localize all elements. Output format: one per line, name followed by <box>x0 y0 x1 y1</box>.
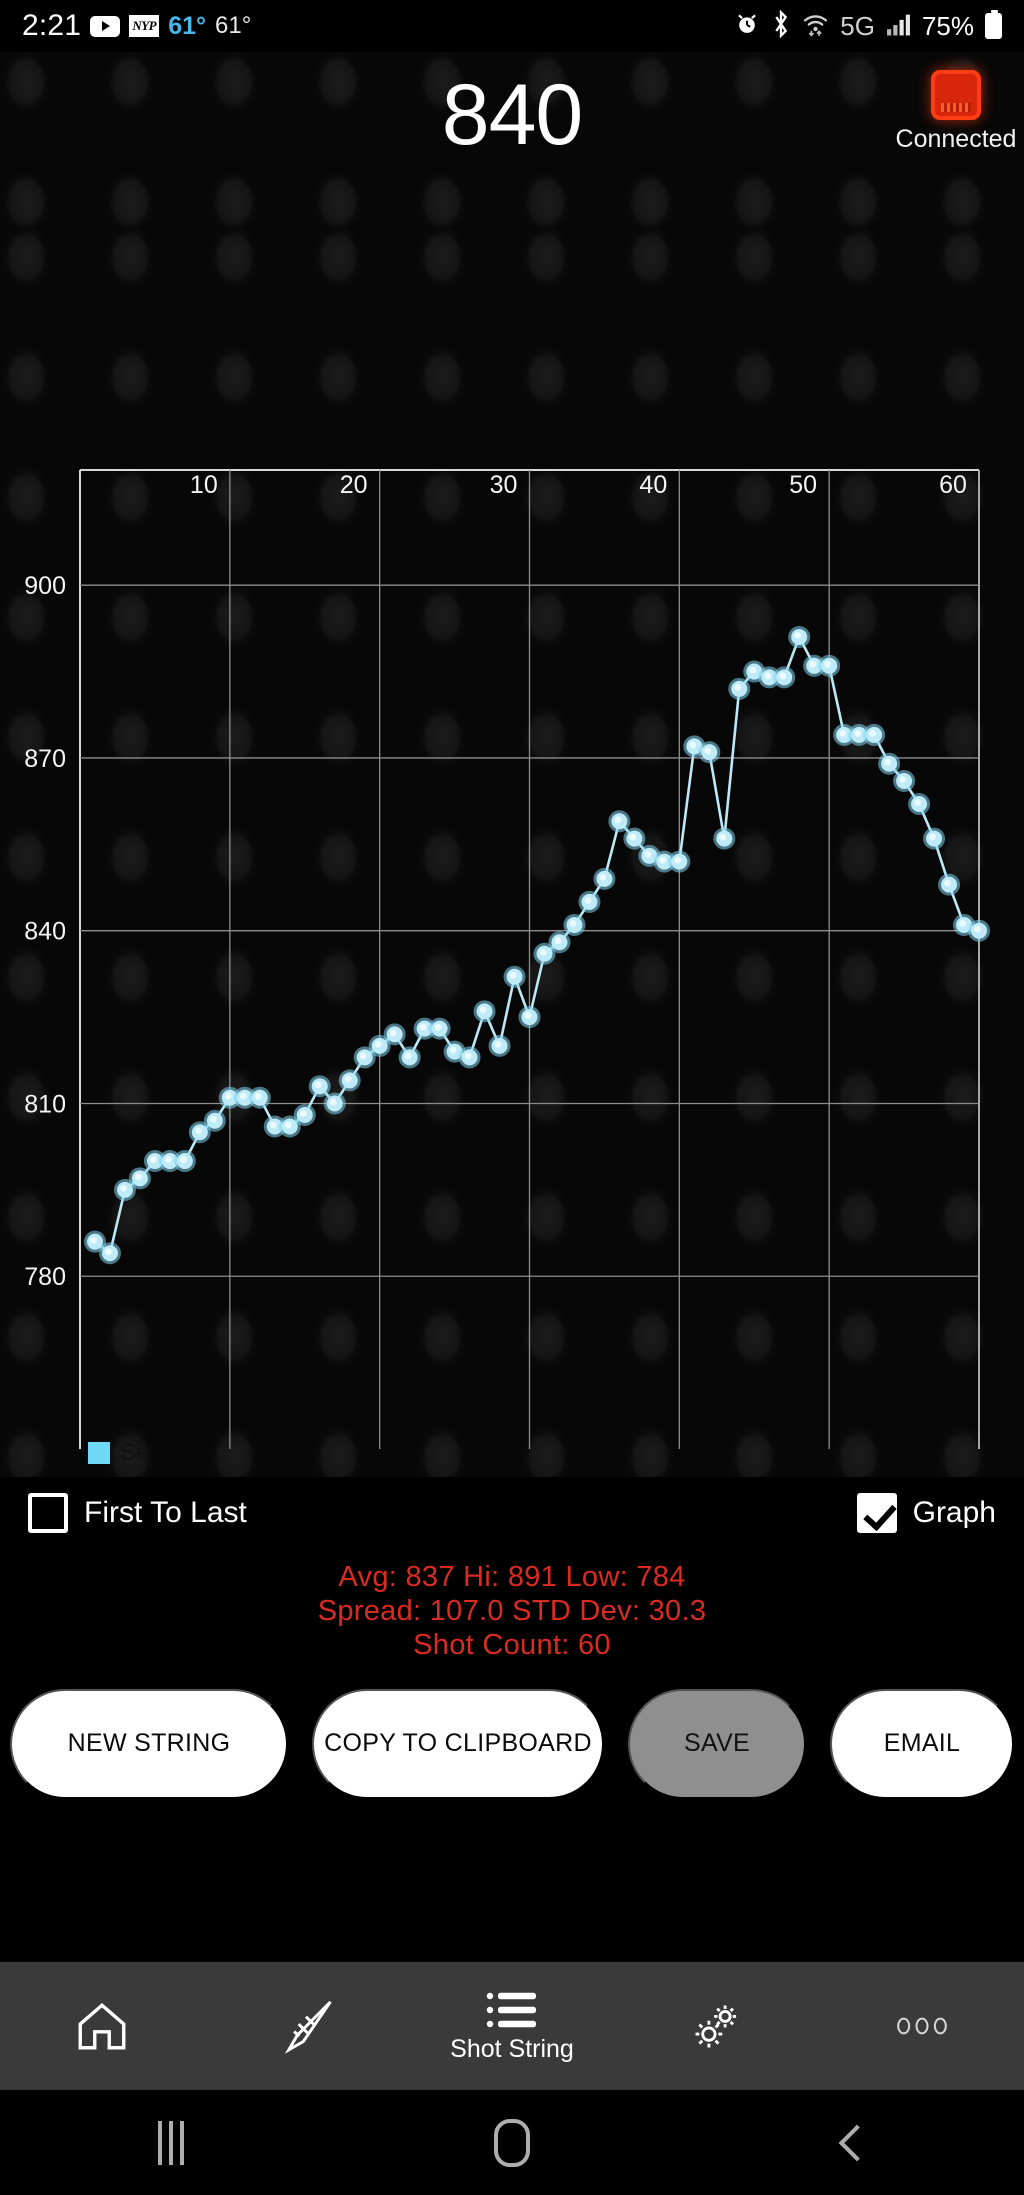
chart-series <box>83 626 990 1265</box>
first-to-last-box[interactable] <box>28 1493 68 1533</box>
home-icon <box>73 1997 131 2055</box>
more-dots-icon <box>894 2015 950 2037</box>
android-recents-button[interactable] <box>0 2120 341 2165</box>
tab-more[interactable] <box>819 1962 1024 2090</box>
wifi-icon <box>802 10 829 43</box>
first-to-last-checkbox[interactable]: First To Last <box>28 1493 247 1533</box>
bottom-tab-bar: Shot String <box>0 1962 1024 2090</box>
svg-text:780: 780 <box>24 1263 66 1291</box>
first-to-last-label: First To Last <box>84 1496 247 1529</box>
status-bar-right: 5G 75% <box>734 9 1002 43</box>
temperature-white: 61° <box>215 12 252 39</box>
save-button[interactable]: SAVE <box>628 1688 806 1799</box>
tab-shot-string[interactable]: Shot String <box>410 1962 615 2090</box>
chart-options-row: First To Last Graph <box>0 1477 1024 1549</box>
svg-text:870: 870 <box>24 745 66 773</box>
battery-icon <box>985 10 1002 39</box>
svg-text:50: 50 <box>789 471 817 499</box>
youtube-icon <box>90 15 121 37</box>
status-bar-left: 2:21 NYP 61° 61° <box>22 9 251 43</box>
svg-text:40: 40 <box>639 471 667 499</box>
chronograph-device-icon[interactable] <box>931 70 981 120</box>
legend-swatch <box>88 1442 110 1464</box>
svg-text:810: 810 <box>24 1090 66 1118</box>
status-bar: 2:21 NYP 61° 61° 5G 75% <box>0 0 1024 52</box>
new-string-button[interactable]: NEW STRING <box>10 1688 288 1799</box>
copy-to-clipboard-button[interactable]: COPY TO CLIPBOARD <box>312 1688 604 1799</box>
tab-settings[interactable] <box>614 1962 819 2090</box>
current-velocity-value: 840 <box>441 67 584 163</box>
svg-text:60: 60 <box>939 471 967 499</box>
stats-line-avg-hi-low: Avg: 837 Hi: 891 Low: 784 <box>338 1561 686 1593</box>
action-buttons: NEW STRING COPY TO CLIPBOARD SAVE EMAIL <box>0 1663 1024 1799</box>
tab-shot-string-label: Shot String <box>450 2034 574 2063</box>
legend-label: Se <box>120 1439 150 1466</box>
bluetooth-icon <box>771 9 791 43</box>
svg-text:900: 900 <box>24 572 66 600</box>
battery-percent: 75% <box>921 10 974 41</box>
svg-text:20: 20 <box>340 471 368 499</box>
signal-bars-icon <box>886 11 911 42</box>
chart-svg: 900 870 840 810 780 10 20 30 40 50 60 <box>24 469 990 1449</box>
shot-string-chart[interactable]: 900 870 840 810 780 10 20 30 40 50 60 Se <box>0 227 1024 1477</box>
email-button[interactable]: EMAIL <box>830 1688 1014 1799</box>
connection-status[interactable]: Connected <box>894 70 1018 154</box>
chart-legend: Se <box>88 1439 149 1467</box>
gears-icon <box>686 1995 748 2057</box>
clock: 2:21 <box>22 9 82 42</box>
chart-x-axis-labels: 10 20 30 40 50 60 <box>190 471 967 499</box>
android-back-button[interactable] <box>683 2124 1024 2161</box>
network-type: 5G <box>840 10 875 41</box>
connection-status-label: Connected <box>895 125 1017 153</box>
graph-box[interactable] <box>856 1493 897 1533</box>
app-header: 840 Connected <box>0 52 1024 227</box>
chart-y-axis-labels: 900 870 840 810 780 <box>24 572 66 1291</box>
graph-checkbox[interactable]: Graph <box>856 1493 996 1533</box>
android-home-button[interactable] <box>341 2118 682 2167</box>
chart-gridlines <box>79 469 980 1449</box>
statistics-panel: Avg: 837 Hi: 891 Low: 784 Spread: 107.0 … <box>0 1549 1024 1663</box>
svg-text:10: 10 <box>190 471 218 499</box>
tab-home[interactable] <box>0 1962 205 2090</box>
tab-rifle[interactable] <box>205 1962 410 2090</box>
stats-line-shot-count: Shot Count: 60 <box>413 1628 611 1661</box>
alarm-icon <box>734 10 760 42</box>
stats-line-spread-stddev: Spread: 107.0 STD Dev: 30.3 <box>317 1594 707 1627</box>
nyp-icon: NYP <box>129 15 160 37</box>
svg-text:30: 30 <box>490 471 518 499</box>
android-navigation-bar <box>0 2090 1024 2195</box>
graph-label: Graph <box>912 1496 996 1529</box>
list-icon <box>486 1989 538 2031</box>
back-icon <box>838 2124 876 2161</box>
recents-icon <box>157 2120 184 2165</box>
svg-text:840: 840 <box>24 918 66 946</box>
home-button-icon <box>493 2118 530 2167</box>
rifle-icon <box>275 1994 339 2058</box>
temperature-blue: 61° <box>168 11 207 40</box>
